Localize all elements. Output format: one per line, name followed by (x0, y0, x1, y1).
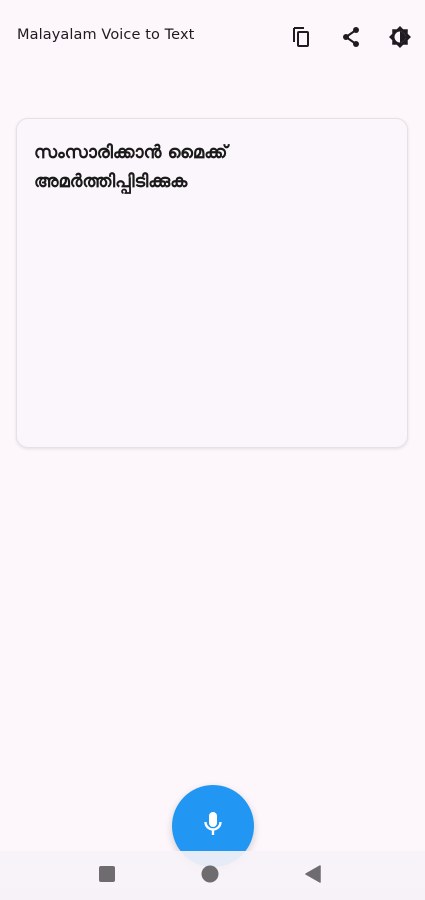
square-icon (99, 866, 115, 886)
share-icon (340, 26, 362, 48)
mic-icon (201, 810, 225, 842)
back-button[interactable] (302, 865, 324, 887)
app-title: Malayalam Voice to Text (17, 27, 195, 43)
brightness-icon (388, 25, 412, 49)
circle-icon (201, 865, 219, 887)
copy-button[interactable] (285, 21, 317, 53)
transcript-text: സംസാരിക്കാൻ മൈക്ക് അമർത്തിപ്പിടിക്കുക (34, 142, 228, 192)
home-button[interactable] (199, 865, 221, 887)
copy-icon (290, 25, 312, 49)
system-navigation-bar (0, 851, 425, 900)
theme-toggle-button[interactable] (384, 21, 416, 53)
recents-button[interactable] (96, 865, 118, 887)
share-button[interactable] (335, 21, 367, 53)
triangle-back-icon (305, 865, 321, 887)
app-bar: Malayalam Voice to Text (0, 0, 425, 74)
transcript-card: സംസാരിക്കാൻ മൈക്ക് അമർത്തിപ്പിടിക്കുക (16, 118, 408, 448)
